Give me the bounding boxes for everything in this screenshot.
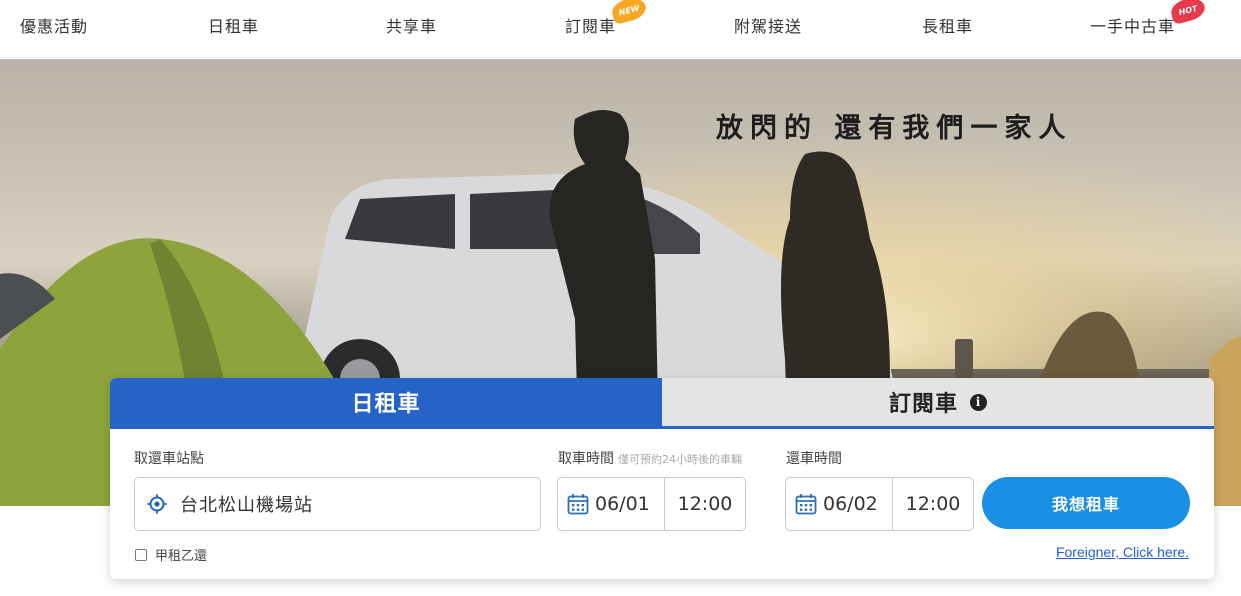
tab-subscription[interactable]: 訂閱車 i <box>662 378 1214 426</box>
pickup-label: 取車時間 僅可預約24小時後的車輛 <box>558 448 742 468</box>
nav-item-label: 日租車 <box>208 17 260 36</box>
station-label: 取還車站點 <box>134 451 204 467</box>
tab-label: 日租車 <box>351 392 421 417</box>
booking-tabs: 日租車 訂閱車 i <box>110 378 1214 429</box>
top-navigation: 優惠活動 日租車 共享車 訂閱車 NEW 附駕接送 長租車 一手中古車 HOT <box>0 0 1241 58</box>
nav-item-promotions[interactable]: 優惠活動 <box>20 13 88 37</box>
return-time-field[interactable]: 12:00 <box>893 493 973 515</box>
nav-item-label: 長租車 <box>922 17 974 36</box>
tab-label: 訂閱車 <box>888 392 958 417</box>
booking-card: 日租車 訂閱車 i 取還車站點 台北松山機場站 取車時間 僅可預約24小時後的車輛 <box>110 378 1214 579</box>
one-way-checkbox[interactable] <box>135 548 147 561</box>
info-icon[interactable]: i <box>970 393 987 411</box>
return-date-value: 06/02 <box>823 493 878 515</box>
tab-underline <box>110 426 1214 429</box>
tab-daily-rental[interactable]: 日租車 <box>110 378 662 426</box>
station-value: 台北松山機場站 <box>180 495 313 516</box>
foreigner-link[interactable]: Foreigner, Click here. <box>1056 544 1189 560</box>
calendar-icon <box>795 494 817 515</box>
pickup-time-field[interactable]: 12:00 <box>665 493 745 515</box>
nav-item-chauffeur[interactable]: 附駕接送 <box>734 13 802 37</box>
nav-item-label: 優惠活動 <box>20 17 89 36</box>
nav-item-daily-rental[interactable]: 日租車 <box>208 13 259 37</box>
hero-slogan: 放閃的 還有我們一家人 <box>716 113 1073 144</box>
nav-item-long-term-rental[interactable]: 長租車 <box>922 13 973 37</box>
return-datetime: 06/02 12:00 <box>785 477 974 531</box>
nav-item-label: 一手中古車 <box>1090 17 1176 36</box>
nav-item-label: 共享車 <box>386 17 438 36</box>
pickup-datetime: 06/01 12:00 <box>557 477 746 531</box>
pickup-label-text: 取車時間 <box>558 451 614 467</box>
calendar-icon <box>567 494 589 515</box>
pickup-date-field[interactable]: 06/01 <box>558 478 665 530</box>
nav-item-label: 訂閱車 <box>565 17 617 36</box>
new-badge: NEW <box>609 0 649 25</box>
hot-badge: HOT <box>1168 0 1208 25</box>
return-label: 還車時間 <box>786 451 842 467</box>
nav-item-subscription[interactable]: 訂閱車 NEW <box>565 0 649 37</box>
pickup-date-value: 06/01 <box>595 493 650 515</box>
nav-item-car-sharing[interactable]: 共享車 <box>386 13 437 37</box>
nav-item-used-cars[interactable]: 一手中古車 HOT <box>1090 0 1208 37</box>
one-way-option: 甲租乙還 <box>135 545 207 564</box>
pickup-hint: 僅可預約24小時後的車輛 <box>618 453 742 466</box>
nav-item-label: 附駕接送 <box>734 17 803 36</box>
one-way-label: 甲租乙還 <box>155 549 208 564</box>
location-target-icon <box>147 494 167 514</box>
return-date-field[interactable]: 06/02 <box>786 478 893 530</box>
station-select[interactable]: 台北松山機場站 <box>134 477 541 531</box>
rent-car-button[interactable]: 我想租車 <box>982 477 1190 529</box>
